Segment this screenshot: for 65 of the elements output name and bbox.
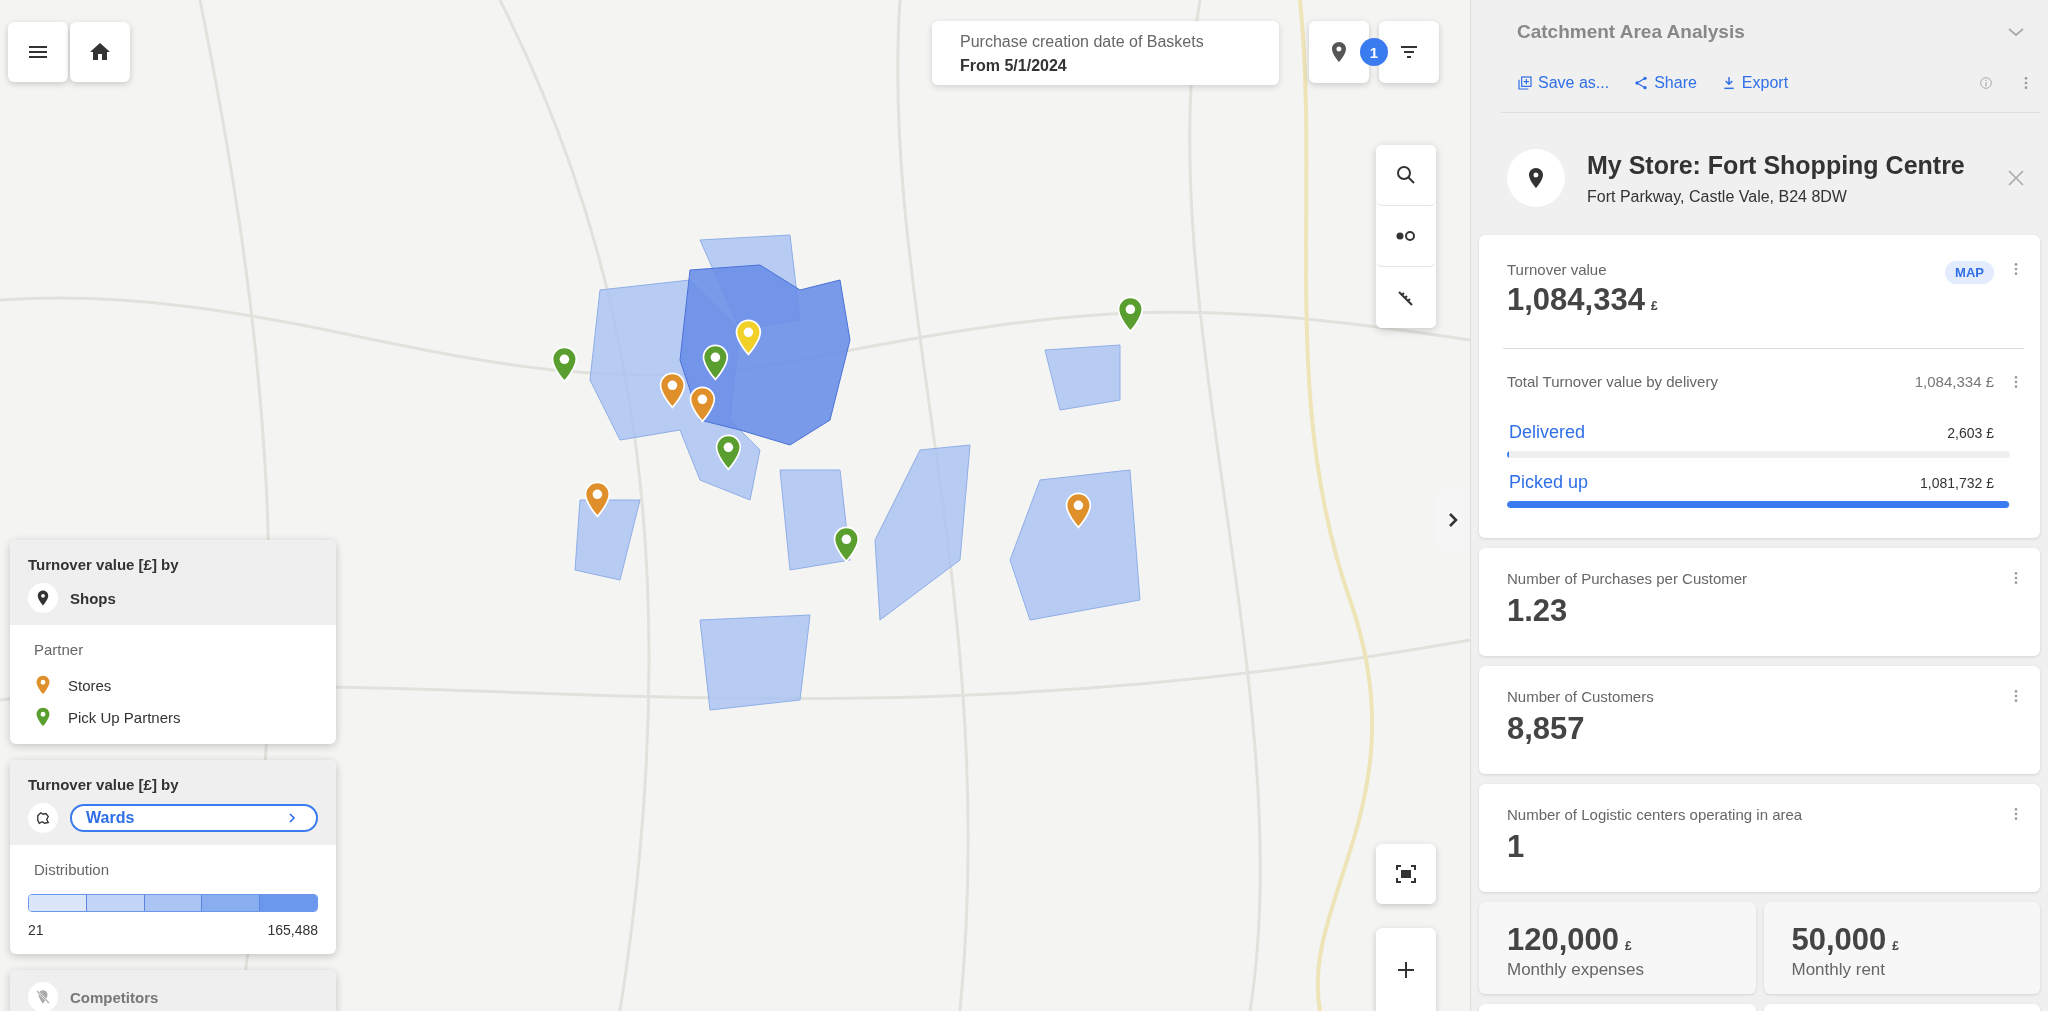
map-pin-icon[interactable] (715, 434, 742, 471)
section-label: Distribution (34, 861, 111, 878)
filter-value: From 5/1/2024 (960, 57, 1068, 75)
home-button[interactable] (70, 22, 130, 82)
map-pin-icon[interactable] (833, 526, 860, 563)
copy-plus-icon (1517, 75, 1533, 91)
kpi-label: Monthly expenses (1507, 960, 1646, 980)
kpi-label: Number of Customers (1507, 688, 1655, 705)
section-label: Partner (34, 641, 85, 658)
kpi-value: 8,857 (1507, 711, 1586, 747)
legend-label: Stores (68, 676, 112, 694)
location-button[interactable] (1309, 21, 1369, 83)
filter-button[interactable] (1379, 21, 1439, 83)
map-pin-icon[interactable] (689, 386, 716, 423)
date-filter-chip[interactable]: Purchase creation date of Baskets From 5/1/2024 (932, 21, 1279, 85)
currency-unit: £ (1650, 299, 1658, 313)
store-name: My Store: Fort Shopping Centre (1587, 150, 1966, 180)
map-pin-icon[interactable] (735, 319, 762, 356)
map-badge[interactable]: MAP (1945, 261, 1994, 284)
store-address: Fort Parkway, Castle Vale, B24 8DW (1587, 187, 1848, 206)
kpi-value: 1,084,334 (1507, 282, 1645, 318)
filter-label: Purchase creation date of Baskets (960, 33, 1205, 51)
action-link[interactable]: Export (1720, 74, 1789, 92)
scale-min: 21 (28, 922, 44, 938)
kpi-label: Number of Logistic centers operating in area (1507, 806, 1804, 823)
delivery-value: 2,603 £ (1947, 425, 1994, 441)
fullscreen-button[interactable] (1376, 844, 1436, 904)
kpi-label: Monthly rent (1791, 960, 1887, 980)
share-icon (1633, 75, 1650, 91)
layer-select[interactable]: Wards (70, 804, 318, 832)
action-link[interactable]: Save as... (1517, 74, 1610, 92)
area-outline-icon (34, 809, 52, 827)
layer-name: Shops (70, 589, 116, 607)
delivery-label: Delivered (1509, 422, 1586, 443)
map-pin-icon[interactable] (659, 372, 686, 409)
kpi-value: 1 (1507, 829, 1526, 865)
legend-title: Turnover value [£] by (28, 776, 180, 793)
info-icon (1978, 75, 1994, 91)
map-pin-icon[interactable] (702, 344, 729, 381)
menu-button[interactable] (8, 22, 68, 82)
breakdown-label: Total Turnover value by delivery (1507, 373, 1719, 390)
kpi-value: 50,000 (1791, 922, 1887, 958)
map-pin-icon[interactable] (1117, 296, 1144, 333)
kpi-value: 120,000 (1507, 922, 1620, 958)
kpi-label: Turnover value (1507, 261, 1608, 278)
currency-unit: £ (1892, 939, 1899, 953)
legend-title: Turnover value [£] by (28, 556, 180, 573)
action-link[interactable]: Share (1633, 74, 1697, 92)
fullscreen-icon (1394, 862, 1418, 886)
delivery-value: 1,081,732 £ (1920, 475, 1994, 491)
map-pin-icon[interactable] (584, 481, 611, 518)
panel-title: Catchment Area Analysis (1517, 21, 1745, 43)
layer-name: Competitors (70, 988, 159, 1006)
breakdown-value: 1,084,334 £ (1914, 373, 1994, 390)
map-pin-icon[interactable] (551, 346, 578, 383)
scale-max: 165,488 (267, 922, 318, 938)
currency-unit: £ (1625, 939, 1632, 953)
kpi-label: Number of Purchases per Customer (1507, 570, 1749, 587)
pin-off-icon (34, 988, 52, 1006)
map-pin-icon[interactable] (1065, 492, 1092, 529)
points-toggle-button[interactable] (1376, 206, 1436, 267)
legend-label: Pick Up Partners (68, 708, 181, 726)
kpi-value: 1.23 (1507, 593, 1569, 629)
delivery-label: Picked up (1509, 472, 1589, 493)
search-button[interactable] (1376, 145, 1436, 206)
